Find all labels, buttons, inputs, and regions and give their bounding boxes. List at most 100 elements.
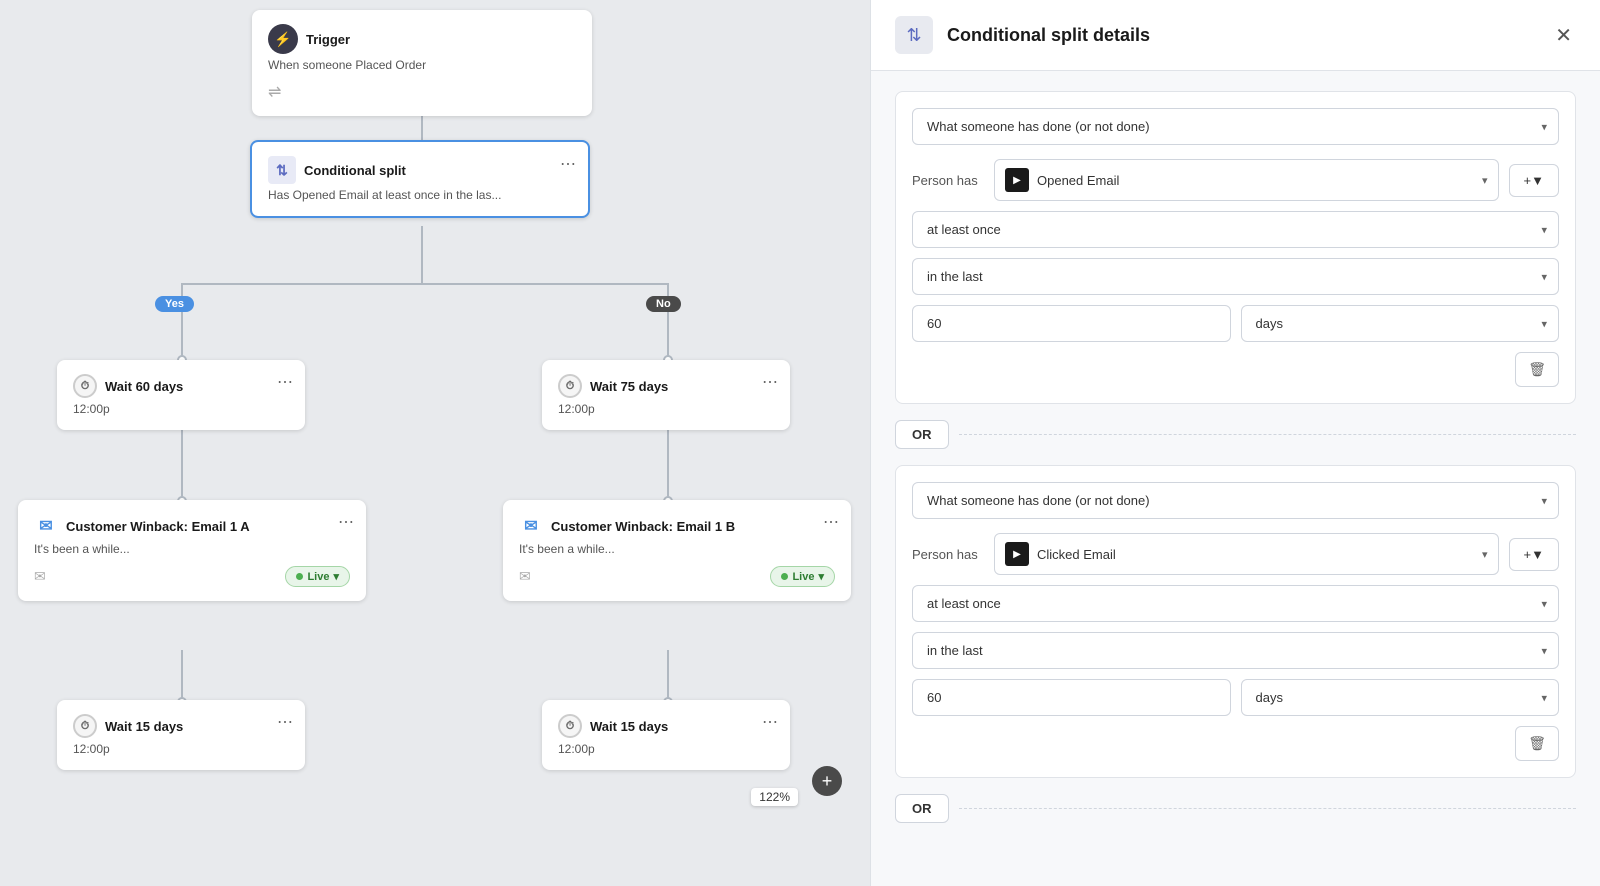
email-type-arrow-1: ▾ xyxy=(1482,174,1488,187)
connector-line xyxy=(667,283,669,363)
wait-node-right-2[interactable]: ⋯ ⏱ Wait 15 days 12:00p xyxy=(542,700,790,770)
connector-line xyxy=(421,283,667,285)
email-right-live-badge[interactable]: Live ▾ xyxy=(770,566,835,587)
email-type-select-2[interactable]: Clicked Email xyxy=(1037,547,1474,562)
email-right-footer: ✉ Live ▾ xyxy=(519,566,835,587)
email-right-more-icon[interactable]: ⋯ xyxy=(823,512,839,532)
wait-node-left-1[interactable]: ⋯ ⏱ Wait 60 days 12:00p xyxy=(57,360,305,430)
email-right-subtitle: It's been a while... xyxy=(519,542,835,556)
close-button[interactable]: ✕ xyxy=(1551,19,1576,52)
conditional-subtitle: Has Opened Email at least once in the la… xyxy=(268,188,572,202)
wait-left2-icon: ⏱ xyxy=(73,714,97,738)
or-line-1 xyxy=(959,434,1577,435)
number-unit-row-2: days ▾ xyxy=(912,679,1559,716)
conditional-more-icon[interactable]: ⋯ xyxy=(560,154,576,174)
no-badge: No xyxy=(646,296,681,312)
frequency-select-2[interactable]: at least once xyxy=(912,585,1559,622)
main-dropdown-2-wrapper: What someone has done (or not done) ▾ xyxy=(912,482,1559,519)
live-dot-left xyxy=(296,573,303,580)
filter-button-2[interactable]: +▼ xyxy=(1509,538,1559,571)
trigger-icon: ⚡ xyxy=(268,24,298,54)
email-left-footer-icon: ✉ xyxy=(34,568,46,585)
unit-select-2[interactable]: days xyxy=(1241,679,1560,716)
wait-left1-icon: ⏱ xyxy=(73,374,97,398)
delete-condition-1-button[interactable]: 🗑 xyxy=(1515,352,1559,387)
yes-badge: Yes xyxy=(155,296,194,312)
wait-right1-time: 12:00p xyxy=(558,402,774,416)
wait-right1-more-icon[interactable]: ⋯ xyxy=(762,372,778,392)
email-left-footer: ✉ Live ▾ xyxy=(34,566,350,587)
time-period-select-1[interactable]: in the last xyxy=(912,258,1559,295)
wait-right2-time: 12:00p xyxy=(558,742,774,756)
wait-left2-more-icon[interactable]: ⋯ xyxy=(277,712,293,732)
delete-condition-2-button[interactable]: 🗑 xyxy=(1515,726,1559,761)
connector-line xyxy=(181,283,421,285)
main-dropdown-2[interactable]: What someone has done (or not done) xyxy=(912,482,1559,519)
conditional-title: ⇅ Conditional split xyxy=(268,156,572,184)
email-node-left[interactable]: ⋯ ✉ Customer Winback: Email 1 A It's bee… xyxy=(18,500,366,601)
email-type-wrapper-1: ▶ Opened Email ▾ xyxy=(994,159,1499,201)
wait-right2-more-icon[interactable]: ⋯ xyxy=(762,712,778,732)
time-period-select-2[interactable]: in the last xyxy=(912,632,1559,669)
trigger-node: ⚡ Trigger When someone Placed Order ⇌ xyxy=(252,10,592,116)
wait-left1-time: 12:00p xyxy=(73,402,289,416)
connector-line xyxy=(181,650,183,702)
wait-left1-more-icon[interactable]: ⋯ xyxy=(277,372,293,392)
email-left-subtitle: It's been a while... xyxy=(34,542,350,556)
panel-title: Conditional split details xyxy=(947,25,1537,46)
wait-node-left-2[interactable]: ⋯ ⏱ Wait 15 days 12:00p xyxy=(57,700,305,770)
connector-line xyxy=(181,283,183,363)
number-unit-row-1: days ▾ xyxy=(912,305,1559,342)
email-left-live-badge[interactable]: Live ▾ xyxy=(285,566,350,587)
add-node-button[interactable]: + xyxy=(812,766,842,796)
flow-container: Yes No ⚡ Trigger When someone Placed Ord… xyxy=(0,0,870,886)
email-left-icon: ✉ xyxy=(34,514,58,538)
panel-header-icon: ⇅ xyxy=(895,16,933,54)
panel-body: What someone has done (or not done) ▾ Pe… xyxy=(871,71,1600,886)
wait-node-right-1[interactable]: ⋯ ⏱ Wait 75 days 12:00p xyxy=(542,360,790,430)
frequency-select-1[interactable]: at least once xyxy=(912,211,1559,248)
or-divider-2: OR xyxy=(895,794,1576,823)
live-dot-right xyxy=(781,573,788,580)
main-dropdown-1-wrapper: What someone has done (or not done) ▾ xyxy=(912,108,1559,145)
wait-right2-icon: ⏱ xyxy=(558,714,582,738)
email-node-right[interactable]: ⋯ ✉ Customer Winback: Email 1 B It's bee… xyxy=(503,500,851,601)
connector-line xyxy=(421,226,423,284)
filter-button-1[interactable]: +▼ xyxy=(1509,164,1559,197)
or-line-2 xyxy=(959,808,1577,809)
email-type-arrow-2: ▾ xyxy=(1482,548,1488,561)
email-type-select-1[interactable]: Opened Email xyxy=(1037,173,1474,188)
email-right-footer-icon: ✉ xyxy=(519,568,531,585)
or-button-1[interactable]: OR xyxy=(895,420,949,449)
trigger-subtitle: When someone Placed Order xyxy=(268,58,576,72)
number-input-2[interactable] xyxy=(912,679,1231,716)
condition1-person-row: Person has ▶ Opened Email ▾ +▼ xyxy=(912,159,1559,201)
email-right-icon: ✉ xyxy=(519,514,543,538)
condition2-person-row: Person has ▶ Clicked Email ▾ +▼ xyxy=(912,533,1559,575)
or-button-2[interactable]: OR xyxy=(895,794,949,823)
email-type-wrapper-2: ▶ Clicked Email ▾ xyxy=(994,533,1499,575)
unit-select-1[interactable]: days xyxy=(1241,305,1560,342)
connector-line xyxy=(667,650,669,702)
connector-line xyxy=(181,427,183,502)
email-left-title: ✉ Customer Winback: Email 1 A xyxy=(34,514,350,538)
zoom-level: 122% xyxy=(751,788,798,806)
main-dropdown-1[interactable]: What someone has done (or not done) xyxy=(912,108,1559,145)
details-panel: ⇅ Conditional split details ✕ What someo… xyxy=(870,0,1600,886)
conditional-node[interactable]: ⋯ ⇅ Conditional split Has Opened Email a… xyxy=(250,140,590,218)
email-right-title: ✉ Customer Winback: Email 1 B xyxy=(519,514,835,538)
panel-header: ⇅ Conditional split details ✕ xyxy=(871,0,1600,71)
condition-block-1: What someone has done (or not done) ▾ Pe… xyxy=(895,91,1576,404)
conditional-icon: ⇅ xyxy=(268,156,296,184)
trigger-extra-icon: ⇌ xyxy=(268,82,576,102)
wait-right1-icon: ⏱ xyxy=(558,374,582,398)
wait-right1-title: ⏱ Wait 75 days xyxy=(558,374,774,398)
flow-canvas: Yes No ⚡ Trigger When someone Placed Ord… xyxy=(0,0,870,886)
number-input-1[interactable] xyxy=(912,305,1231,342)
email-flag-icon-1: ▶ xyxy=(1005,168,1029,192)
wait-right2-title: ⏱ Wait 15 days xyxy=(558,714,774,738)
email-left-more-icon[interactable]: ⋯ xyxy=(338,512,354,532)
email-flag-icon-2: ▶ xyxy=(1005,542,1029,566)
wait-left1-title: ⏱ Wait 60 days xyxy=(73,374,289,398)
person-has-label-1: Person has xyxy=(912,173,984,188)
